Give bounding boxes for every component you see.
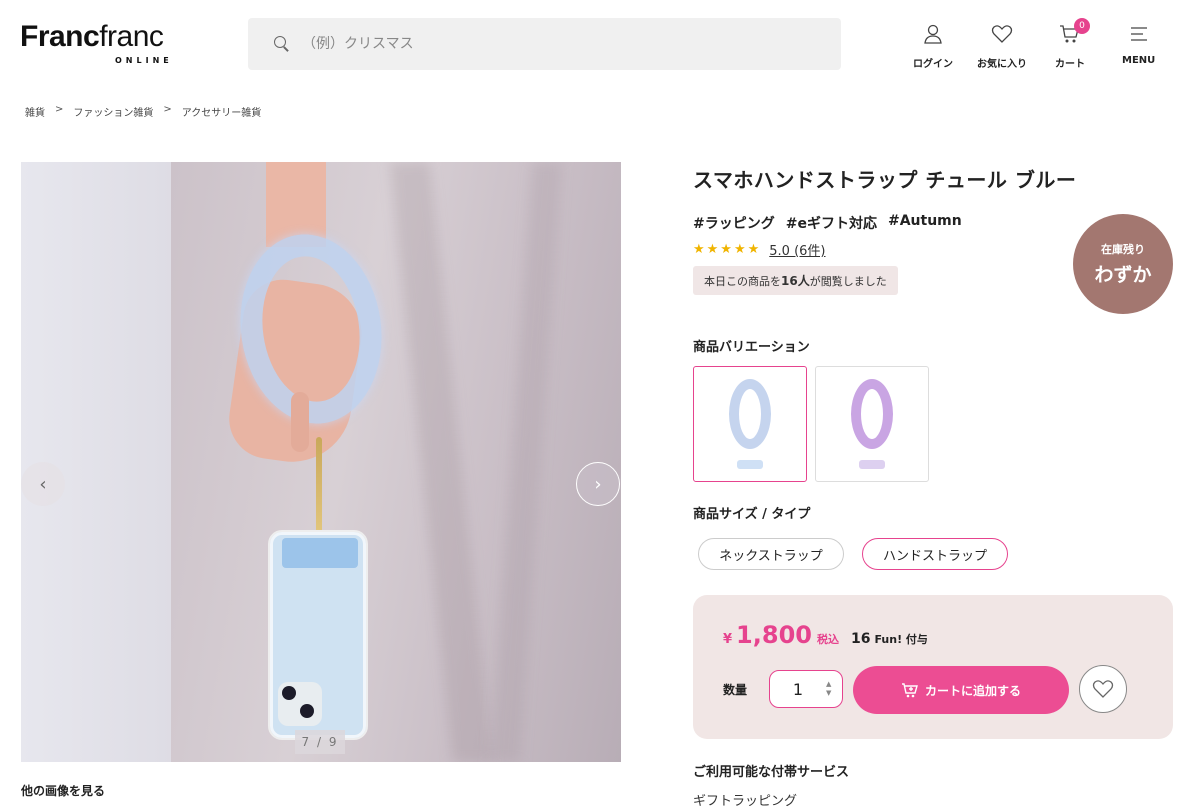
- gallery-next-button[interactable]: ›: [576, 462, 620, 506]
- photo-phone-tab: [282, 538, 358, 568]
- menu-label: MENU: [1122, 55, 1156, 66]
- user-icon: [921, 22, 945, 46]
- login-label: ログイン: [913, 59, 953, 70]
- fun-points-label: Fun! 付与: [874, 633, 928, 646]
- size-type-label: 商品サイズ / タイプ: [693, 507, 811, 522]
- breadcrumb-item[interactable]: アクセサリー雑貨: [182, 104, 262, 119]
- stepper-arrows-icon[interactable]: ▲ ▼: [826, 680, 831, 698]
- type-option-hand-strap[interactable]: ハンドストラップ: [862, 538, 1008, 570]
- cart-count-badge: 0: [1074, 18, 1090, 34]
- low-stock-badge: 在庫残り わずか: [1073, 214, 1173, 314]
- chevron-left-icon: ‹: [39, 473, 47, 495]
- heart-icon: [1092, 680, 1114, 698]
- more-images-link[interactable]: 他の画像を見る: [21, 782, 105, 799]
- purchase-box: ¥ 1,800 税込 16 Fun! 付与 数量 1 ▲ ▼ カートに追加する: [693, 595, 1173, 739]
- cart-plus-icon: [901, 683, 918, 698]
- photo-phone: [268, 530, 368, 740]
- view-count-suffix: が閲覧しました: [809, 274, 887, 288]
- product-title: スマホハンドストラップ チュール ブルー: [693, 168, 1077, 192]
- low-stock-line2: わずか: [1094, 264, 1152, 286]
- price-block: ¥ 1,800 税込 16 Fun! 付与: [723, 621, 928, 649]
- view-count-prefix: 本日この商品を: [704, 274, 781, 288]
- quantity-value[interactable]: 1: [770, 680, 826, 699]
- tag-link[interactable]: #eギフト対応: [786, 213, 877, 233]
- cart-label: カート: [1055, 59, 1085, 70]
- variation-label: 商品バリエーション: [693, 340, 810, 355]
- type-option-neck-strap[interactable]: ネックストラップ: [698, 538, 844, 570]
- search-bar[interactable]: [248, 18, 841, 70]
- chevron-right-icon: ›: [594, 473, 602, 495]
- photo-clasp: [316, 437, 322, 537]
- login-link[interactable]: ログイン: [913, 22, 953, 70]
- currency-symbol: ¥: [723, 632, 733, 647]
- favorites-label: お気に入り: [977, 59, 1027, 70]
- add-to-favorites-button[interactable]: [1079, 665, 1127, 713]
- search-input[interactable]: [302, 36, 802, 52]
- menu-button[interactable]: MENU: [1122, 22, 1155, 66]
- service-item: ギフトラッピング: [693, 794, 798, 808]
- variation-thumbnail: [851, 379, 893, 449]
- tag-link[interactable]: #ラッピング: [693, 213, 775, 233]
- search-icon: [274, 36, 290, 52]
- tag-link[interactable]: #Autumn: [888, 213, 962, 233]
- breadcrumb: 雑貨 > ファッション雑貨 > アクセサリー雑貨: [25, 104, 261, 119]
- breadcrumb-item[interactable]: 雑貨: [25, 104, 45, 119]
- fun-points: 16: [850, 631, 871, 647]
- gallery-counter: 7 / 9: [295, 730, 345, 754]
- breadcrumb-separator: >: [55, 104, 64, 115]
- quantity-stepper[interactable]: 1 ▲ ▼: [769, 670, 843, 708]
- variation-thumbnail: [729, 379, 771, 449]
- low-stock-line1: 在庫残り: [1101, 243, 1145, 256]
- breadcrumb-separator: >: [163, 104, 172, 115]
- view-count-notice: 本日この商品を 16人 が閲覧しました: [693, 266, 898, 295]
- gallery-prev-button[interactable]: ‹: [21, 462, 65, 506]
- heart-icon: [990, 22, 1014, 46]
- photo-phone-camera: [278, 682, 322, 726]
- review-link[interactable]: 5.0 (6件): [769, 240, 825, 259]
- favorites-link[interactable]: お気に入り: [977, 22, 1027, 70]
- product-image-gallery[interactable]: ‹ › 7 / 9: [21, 162, 621, 762]
- add-to-cart-label: カートに追加する: [924, 683, 1021, 698]
- photo-finger: [291, 392, 309, 452]
- logo-wordmark: Francfranc: [20, 20, 164, 53]
- services-title: ご利用可能な付帯サービス: [693, 765, 850, 780]
- variation-option-blue[interactable]: [693, 366, 807, 482]
- product-tags: #ラッピング #eギフト対応 #Autumn: [693, 213, 962, 233]
- cart-icon: 0: [1058, 18, 1090, 46]
- price-value: 1,800: [736, 621, 812, 649]
- menu-icon: [1127, 22, 1151, 46]
- variation-option-purple[interactable]: [815, 366, 929, 482]
- star-rating-icon: ★★★★★: [693, 242, 762, 257]
- variation-thumbnail-clip: [737, 460, 763, 469]
- breadcrumb-item[interactable]: ファッション雑貨: [73, 104, 153, 119]
- tax-label: 税込: [816, 633, 839, 646]
- product-rating: ★★★★★ 5.0 (6件): [693, 240, 826, 259]
- quantity-label: 数量: [723, 683, 748, 697]
- add-to-cart-button[interactable]: カートに追加する: [853, 666, 1069, 714]
- cart-link[interactable]: 0 カート: [1055, 18, 1090, 70]
- view-count-number: 16人: [781, 274, 810, 288]
- site-logo[interactable]: Francfranc ONLINE: [20, 20, 190, 66]
- logo-subtitle: ONLINE: [115, 56, 173, 65]
- variation-thumbnail-clip: [859, 460, 885, 469]
